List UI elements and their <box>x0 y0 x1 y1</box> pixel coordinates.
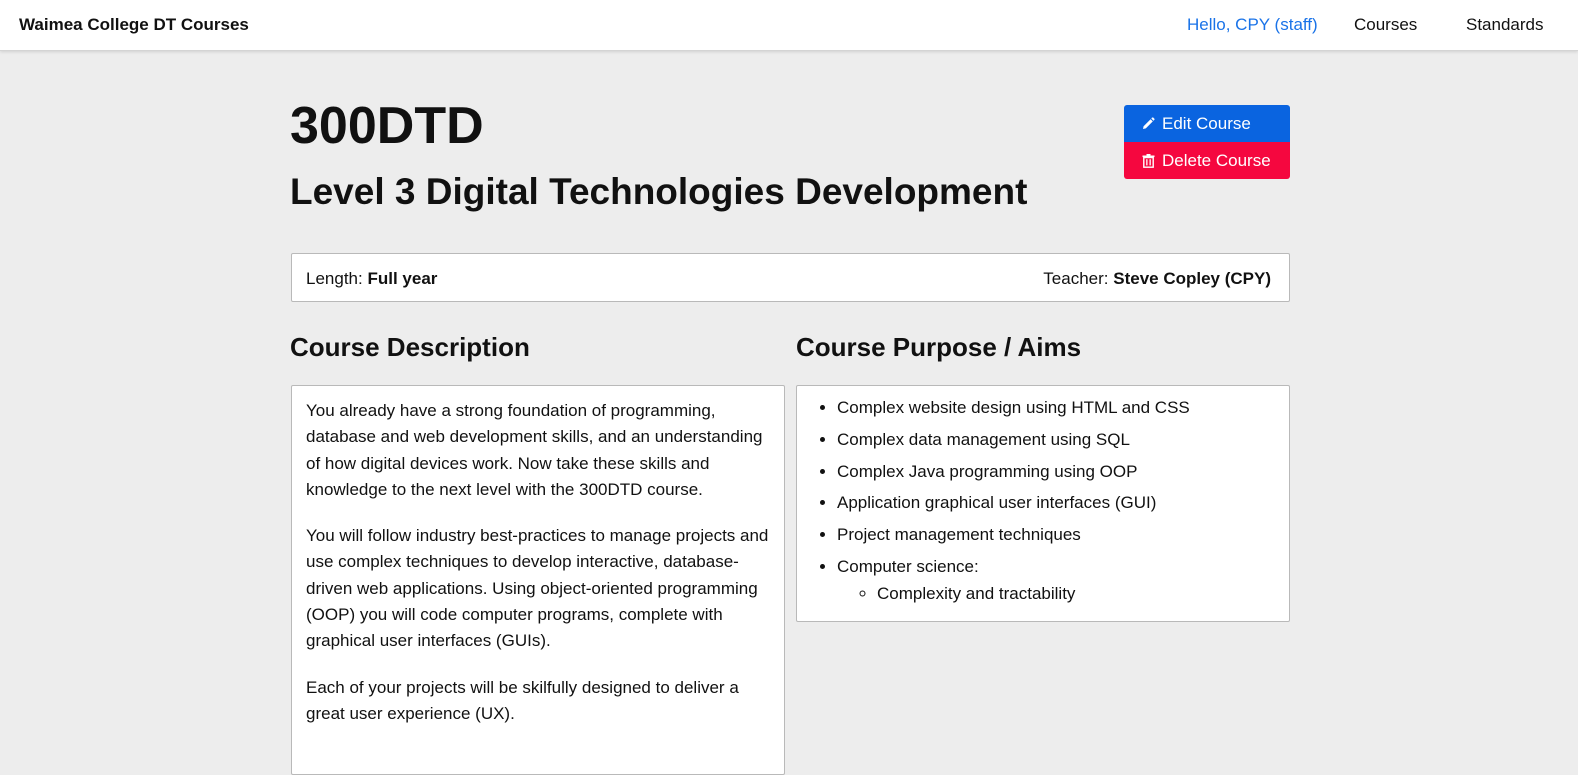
description-paragraph: You will follow industry best-practices … <box>306 526 769 651</box>
edit-course-button[interactable]: Edit Course <box>1124 105 1290 142</box>
user-greeting-link[interactable]: Hello, CPY (staff) <box>1187 15 1318 35</box>
aims-sub-item: Complexity and tractability <box>877 583 1275 604</box>
aims-panel: Complex website design using HTML and CS… <box>796 385 1290 622</box>
aims-list-item: Complex website design using HTML and CS… <box>837 397 1275 418</box>
course-length: Length: Full year <box>306 269 437 289</box>
aims-list-item: Application graphical user interfaces (G… <box>837 492 1275 513</box>
course-name-title: Level 3 Digital Technologies Development <box>290 171 1028 212</box>
brand-link[interactable]: Waimea College DT Courses <box>19 15 249 35</box>
course-code-title: 300DTD <box>290 97 484 155</box>
aims-heading: Course Purpose / Aims <box>796 332 1082 362</box>
aims-list-item: Complex data management using SQL <box>837 429 1275 450</box>
nav-courses-link[interactable]: Courses <box>1354 15 1417 35</box>
pencil-icon <box>1140 116 1156 132</box>
delete-course-label: Delete Course <box>1162 150 1271 170</box>
aims-list-item: Complex Java programming using OOP <box>837 461 1275 482</box>
course-info-bar: Length: Full year Teacher: Steve Copley … <box>291 253 1290 302</box>
aims-list-item: Computer science: Complexity and tractab… <box>837 556 1275 604</box>
edit-course-label: Edit Course <box>1162 113 1251 133</box>
description-paragraph: You already have a strong foundation of … <box>306 401 763 499</box>
teacher-value: Steve Copley (CPY) <box>1113 269 1271 288</box>
aims-list: Complex website design using HTML and CS… <box>797 397 1275 604</box>
length-label: Length: <box>306 269 363 288</box>
course-teacher: Teacher: Steve Copley (CPY) <box>1043 269 1271 289</box>
trash-icon <box>1140 153 1156 169</box>
nav-standards-link[interactable]: Standards <box>1466 15 1544 35</box>
top-navbar: Waimea College DT Courses Hello, CPY (st… <box>0 0 1578 51</box>
aims-list-item: Project management techniques <box>837 524 1275 545</box>
teacher-label: Teacher: <box>1043 269 1109 288</box>
description-heading: Course Description <box>290 332 530 362</box>
length-value: Full year <box>367 269 438 288</box>
aims-list-item-label: Computer science: <box>837 556 979 576</box>
delete-course-button[interactable]: Delete Course <box>1124 142 1290 179</box>
aims-sub-list: Complexity and tractability <box>837 583 1275 604</box>
description-paragraph: Each of your projects will be skilfully … <box>306 677 739 723</box>
description-panel: You already have a strong foundation of … <box>291 385 785 775</box>
